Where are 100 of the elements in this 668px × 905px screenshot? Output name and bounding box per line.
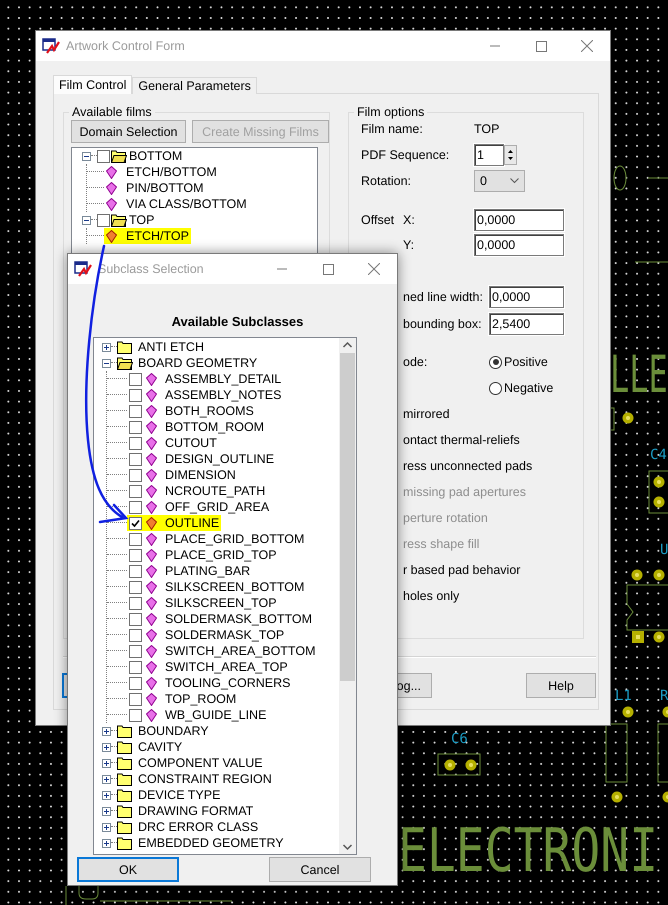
checkbox[interactable] — [129, 404, 142, 418]
tree-item[interactable]: DRAWING FORMAT — [136, 804, 256, 818]
checkbox[interactable] — [129, 708, 142, 722]
pcb-pad — [466, 760, 476, 770]
tree-item[interactable]: OUTLINE — [163, 516, 222, 530]
tree-item[interactable]: ASSEMBLY_NOTES — [163, 388, 284, 402]
checkbox[interactable] — [129, 692, 142, 706]
tree-item[interactable]: ASSEMBLY_DETAIL — [163, 372, 284, 386]
tree-item[interactable]: CAVITY — [136, 740, 184, 754]
expand-icon[interactable] — [102, 822, 111, 832]
checkbox[interactable] — [129, 548, 142, 562]
checkbox[interactable] — [129, 516, 142, 530]
checkbox[interactable] — [129, 388, 142, 402]
checkbox[interactable] — [97, 214, 110, 226]
checkbox[interactable] — [129, 612, 142, 626]
tree-item[interactable]: ETCH/BOTTOM — [124, 165, 219, 179]
field-label: Y: — [403, 238, 416, 252]
tree-item[interactable]: SOLDERMASK_BOTTOM — [163, 612, 314, 626]
tree-item[interactable]: SILKSCREEN_TOP — [163, 596, 279, 610]
input-field[interactable]: 1 — [474, 144, 504, 166]
expand-icon[interactable] — [102, 838, 111, 848]
checkbox[interactable] — [129, 644, 142, 658]
push-button[interactable]: Domain Selection — [71, 120, 186, 143]
tree-item[interactable]: PLACE_GRID_BOTTOM — [163, 532, 306, 546]
maximize-icon — [322, 264, 334, 274]
checkbox[interactable] — [129, 468, 142, 482]
tree-item[interactable]: DEVICE TYPE — [136, 788, 222, 802]
spinner-icon[interactable] — [504, 145, 517, 165]
tab[interactable]: Film Control — [53, 75, 132, 94]
tree-item[interactable]: OFF_GRID_AREA — [163, 500, 272, 514]
input-field[interactable]: 0,0000 — [489, 286, 564, 308]
collapse-icon[interactable] — [102, 358, 111, 368]
input-field[interactable]: 0,0000 — [474, 234, 564, 256]
tree-item[interactable]: DIMENSION — [163, 468, 238, 482]
scrollbar[interactable] — [339, 338, 356, 854]
tree-item[interactable]: PLATING_BAR — [163, 564, 252, 578]
tree-item[interactable]: SILKSCREEN_BOTTOM — [163, 580, 306, 594]
expand-icon[interactable] — [102, 774, 111, 784]
option-label: perture rotation — [403, 511, 488, 525]
folder-icon — [117, 836, 133, 850]
collapse-icon[interactable] — [82, 216, 91, 224]
checkbox[interactable] — [129, 484, 142, 498]
scroll-thumb[interactable] — [340, 353, 355, 681]
checkbox[interactable] — [97, 150, 110, 162]
tree-item[interactable]: BOTH_ROOMS — [163, 404, 256, 418]
checkbox[interactable] — [129, 420, 142, 434]
tree-item[interactable]: WB_GUIDE_LINE — [163, 708, 268, 722]
folder-icon — [117, 756, 133, 770]
tree-item[interactable]: BOARD GEOMETRY — [136, 356, 260, 370]
tree-item[interactable]: COMPONENT VALUE — [136, 756, 265, 770]
tree-item[interactable]: BOUNDARY — [136, 724, 211, 738]
option-label: mirrored — [403, 407, 450, 421]
checkbox[interactable] — [129, 532, 142, 546]
help-button[interactable]: Help — [526, 673, 596, 698]
tree-item[interactable]: BOTTOM — [127, 149, 184, 163]
tree-item[interactable]: SWITCH_AREA_BOTTOM — [163, 644, 318, 658]
tree-item[interactable]: VIA CLASS/BOTTOM — [124, 197, 249, 211]
checkbox[interactable] — [129, 660, 142, 674]
tree-item[interactable]: TOOLING_CORNERS — [163, 676, 292, 690]
tree-item[interactable]: PLACE_GRID_TOP — [163, 548, 279, 562]
checkbox[interactable] — [129, 500, 142, 514]
checkbox[interactable] — [129, 452, 142, 466]
checkbox[interactable] — [129, 596, 142, 610]
tree-item[interactable]: ANTI ETCH — [136, 340, 206, 354]
tree-item[interactable]: ETCH/TOP — [124, 229, 191, 243]
tree-item[interactable]: EMBEDDED GEOMETRY — [136, 836, 286, 850]
tree-item[interactable]: BOTTOM_ROOM — [163, 420, 266, 434]
expand-icon[interactable] — [102, 806, 111, 816]
rotation-dropdown[interactable]: 0 — [474, 170, 525, 192]
expand-icon[interactable] — [102, 726, 111, 736]
tree-item[interactable]: TOP_ROOM — [163, 692, 238, 706]
collapse-icon[interactable] — [82, 152, 91, 160]
checkbox[interactable] — [129, 580, 142, 594]
tree-item[interactable]: PIN/BOTTOM — [124, 181, 206, 195]
tree-item[interactable]: SOLDERMASK_TOP — [163, 628, 286, 642]
checkbox[interactable] — [129, 372, 142, 386]
checkbox[interactable] — [129, 628, 142, 642]
tree-item[interactable]: CUTOUT — [163, 436, 219, 450]
input-field[interactable]: 2,5400 — [489, 313, 564, 335]
expand-icon[interactable] — [102, 790, 111, 800]
radio-option[interactable]: Positive — [489, 355, 548, 369]
tree-item[interactable]: NCROUTE_PATH — [163, 484, 268, 498]
tree-item[interactable]: TOP — [127, 213, 156, 227]
radio-option[interactable]: Negative — [489, 381, 554, 395]
expand-icon[interactable] — [102, 342, 111, 352]
dialog-button[interactable]: OK — [77, 857, 179, 882]
tree-item[interactable]: CONSTRAINT REGION — [136, 772, 274, 786]
expand-icon[interactable] — [102, 742, 111, 752]
checkbox[interactable] — [129, 676, 142, 690]
open-folder-icon — [111, 214, 127, 226]
tree-item[interactable]: DESIGN_OUTLINE — [163, 452, 276, 466]
expand-icon[interactable] — [102, 758, 111, 768]
dialog-button[interactable]: Cancel — [269, 857, 371, 882]
checkbox[interactable] — [129, 436, 142, 450]
tree-item[interactable]: SWITCH_AREA_TOP — [163, 660, 290, 674]
input-field[interactable]: 0,0000 — [474, 209, 564, 231]
tree-item[interactable]: DRC ERROR CLASS — [136, 820, 260, 834]
checkbox[interactable] — [129, 564, 142, 578]
tab[interactable]: General Parameters — [132, 77, 257, 94]
field-label: Film name: — [361, 122, 424, 136]
